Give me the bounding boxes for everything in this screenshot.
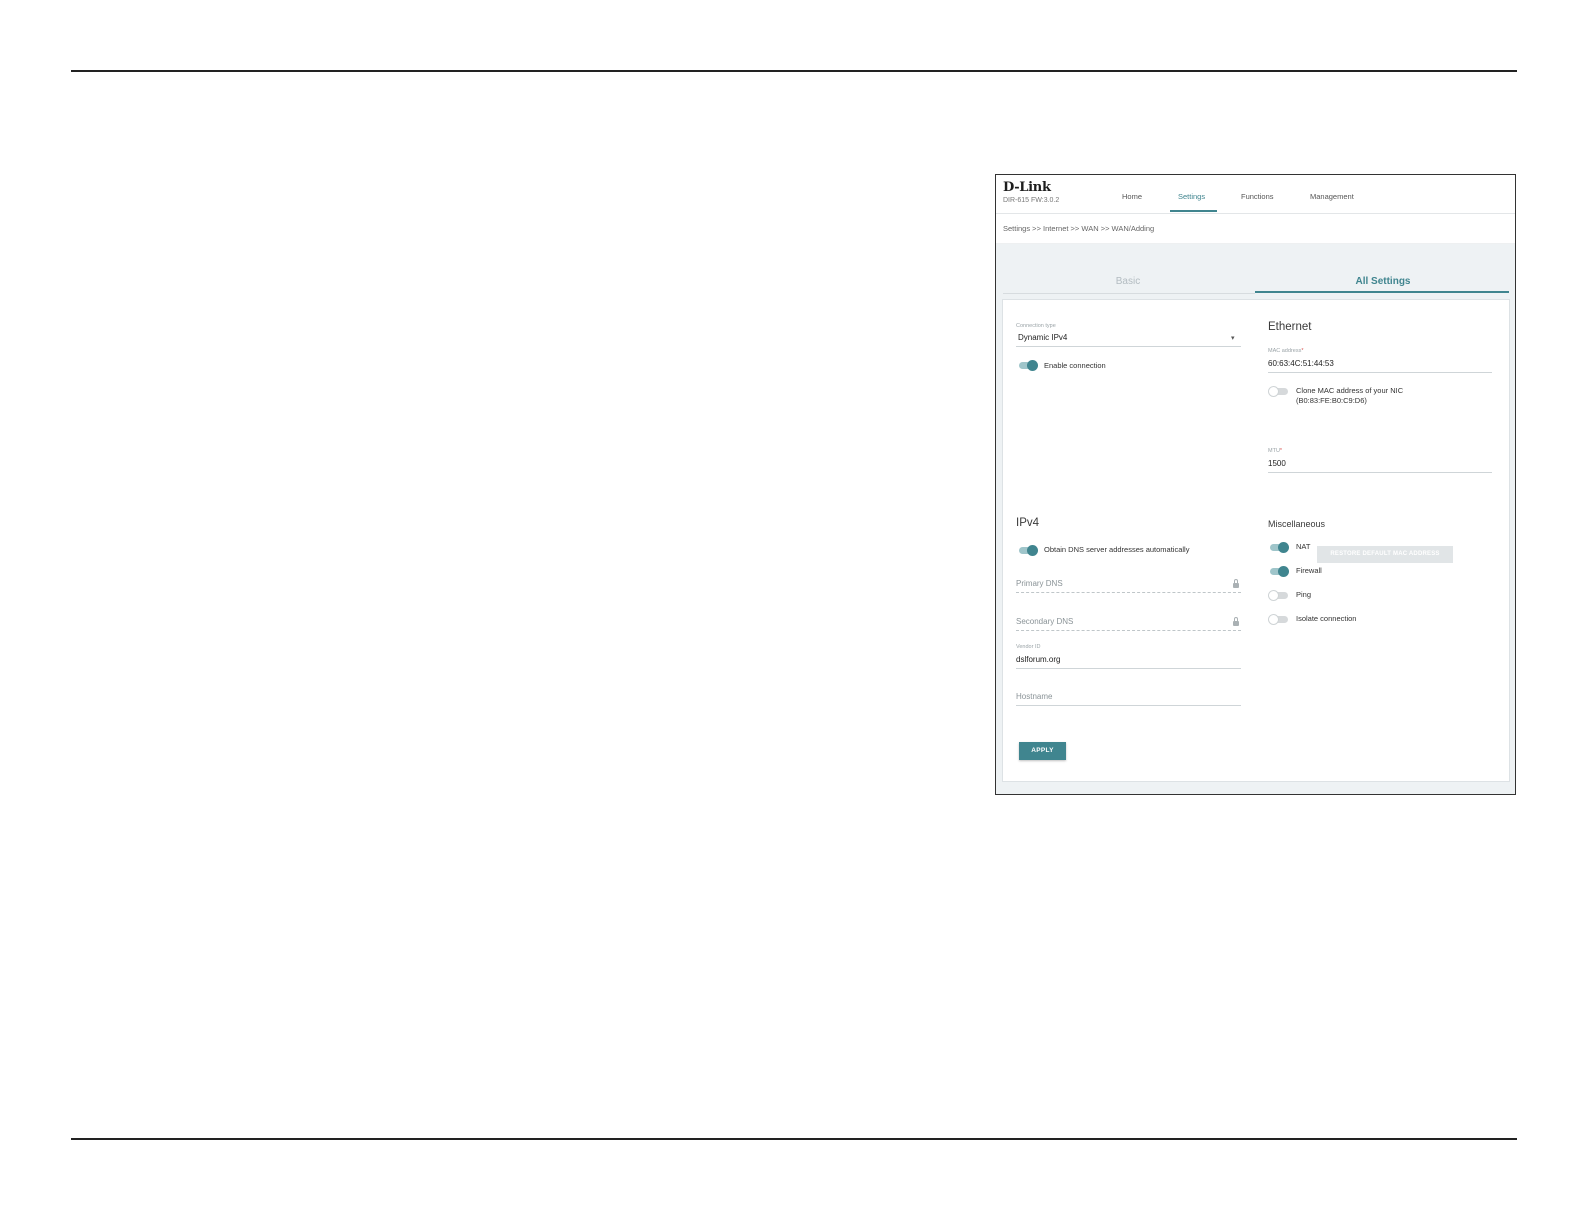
enable-connection-label: Enable connection	[1044, 361, 1106, 370]
settings-card: Connection type Dynamic IPv4 ▾ Enable co…	[1002, 299, 1510, 782]
nav-functions[interactable]: Functions	[1241, 192, 1274, 201]
tab-basic-line	[1003, 293, 1255, 294]
secondary-dns-underline	[1016, 630, 1241, 631]
obtain-dns-toggle[interactable]	[1019, 545, 1038, 556]
isolate-connection-toggle[interactable]	[1268, 614, 1288, 625]
mac-address-underline	[1268, 372, 1492, 373]
connection-type-select[interactable]: Dynamic IPv4	[1018, 333, 1067, 342]
breadcrumb: Settings >> Internet >> WAN >> WAN/Addin…	[1003, 224, 1155, 233]
router-ui-screenshot: D-Link DIR-615 FW:3.0.2 Home Settings Fu…	[995, 174, 1516, 795]
nat-toggle[interactable]	[1270, 542, 1289, 553]
enable-connection-toggle[interactable]	[1019, 360, 1038, 371]
nav-management[interactable]: Management	[1310, 192, 1354, 201]
mac-address-label: MAC address*	[1268, 348, 1304, 354]
restore-default-mac-button[interactable]: RESTORE DEFAULT MAC ADDRESS	[1317, 546, 1453, 563]
clone-mac-address: (B0:83:FE:B0:C9:D6)	[1296, 396, 1367, 405]
mtu-underline	[1268, 472, 1492, 473]
nav-home[interactable]: Home	[1122, 192, 1142, 201]
mtu-input[interactable]: 1500	[1268, 459, 1286, 468]
apply-button[interactable]: APPLY	[1019, 742, 1066, 760]
ethernet-title: Ethernet	[1268, 321, 1312, 333]
clone-mac-toggle[interactable]	[1268, 386, 1288, 397]
tab-all-settings[interactable]: All Settings	[1257, 276, 1509, 287]
vendor-id-input[interactable]: dslforum.org	[1016, 655, 1060, 664]
nav-settings[interactable]: Settings	[1178, 192, 1205, 201]
primary-dns-underline	[1016, 592, 1241, 593]
vendor-id-underline	[1016, 668, 1241, 669]
miscellaneous-title: Miscellaneous	[1268, 519, 1326, 529]
ping-label: Ping	[1296, 590, 1312, 599]
lock-icon	[1233, 617, 1239, 626]
dlink-logo: D-Link	[1003, 180, 1051, 195]
connection-type-underline	[1016, 346, 1241, 347]
isolate-connection-label: Isolate connection	[1296, 614, 1357, 623]
hostname-underline	[1016, 705, 1241, 706]
lock-icon	[1233, 579, 1239, 588]
tab-basic[interactable]: Basic	[1003, 276, 1253, 287]
obtain-dns-label: Obtain DNS server addresses automaticall…	[1044, 545, 1190, 554]
vendor-id-label: Vendor ID	[1016, 644, 1041, 650]
nav-active-indicator	[1170, 210, 1217, 212]
breadcrumb-bar: Settings >> Internet >> WAN >> WAN/Addin…	[996, 214, 1515, 244]
ipv4-title: IPv4	[1016, 517, 1040, 529]
tab-active-indicator	[1255, 291, 1509, 293]
top-header: D-Link DIR-615 FW:3.0.2 Home Settings Fu…	[996, 175, 1515, 214]
clone-mac-label: Clone MAC address of your NIC	[1296, 386, 1404, 395]
connection-type-label: Connection type	[1016, 323, 1056, 329]
hostname-input[interactable]: Hostname	[1016, 692, 1052, 701]
mac-address-input[interactable]: 60:63:4C:51:44:53	[1268, 359, 1334, 368]
top-rule	[71, 70, 1517, 72]
bottom-rule	[71, 1138, 1517, 1140]
model-firmware: DIR-615 FW:3.0.2	[1003, 197, 1060, 204]
primary-dns-input[interactable]: Primary DNS	[1016, 579, 1063, 588]
firewall-label: Firewall	[1296, 566, 1322, 575]
nat-label: NAT	[1296, 542, 1311, 551]
secondary-dns-input[interactable]: Secondary DNS	[1016, 617, 1073, 626]
chevron-down-icon: ▾	[1231, 335, 1235, 342]
firewall-toggle[interactable]	[1270, 566, 1289, 577]
mtu-label: MTU*	[1268, 448, 1283, 454]
ping-toggle[interactable]	[1268, 590, 1288, 601]
